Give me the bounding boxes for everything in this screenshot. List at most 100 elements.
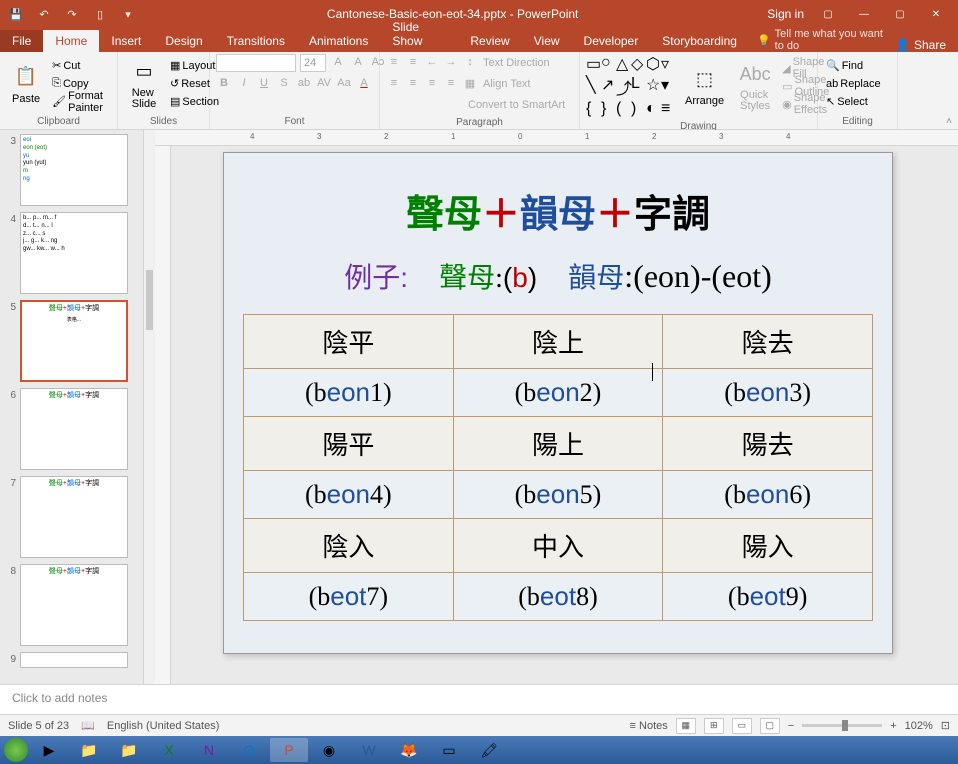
table-cell[interactable]: (beon5)	[453, 471, 663, 519]
table-cell[interactable]: 陰入	[244, 519, 454, 573]
slide-thumbnail[interactable]: 聲母+韻母+字調	[20, 388, 128, 470]
taskbar-firefox-icon[interactable]: 🦊	[390, 738, 428, 762]
shapes-gallery[interactable]: ▭○△◇⬡▿ ╲↗⤴L☆▾ {}()◐≡	[586, 54, 675, 118]
spacing-icon[interactable]: AV	[316, 75, 332, 91]
share-button[interactable]: 👤 Share	[895, 38, 958, 52]
tab-slideshow[interactable]: Slide Show	[380, 16, 458, 52]
zoom-slider[interactable]	[802, 724, 882, 727]
taskbar-powerpoint-icon[interactable]: P	[270, 738, 308, 762]
taskbar-app-icon[interactable]: 🖍	[470, 738, 508, 762]
font-color-icon[interactable]: A	[356, 75, 372, 91]
table-cell[interactable]: 陰上	[453, 315, 663, 369]
table-cell[interactable]: 陽入	[663, 519, 873, 573]
increase-font-icon[interactable]: A	[330, 54, 346, 70]
close-icon[interactable]: ✕	[924, 2, 948, 26]
decrease-font-icon[interactable]: A	[350, 54, 366, 70]
table-cell[interactable]: 陽上	[453, 417, 663, 471]
taskbar-explorer-icon[interactable]: 📁	[70, 738, 108, 762]
vertical-ruler[interactable]	[155, 146, 171, 684]
line-spacing-icon[interactable]: ↕	[462, 54, 478, 70]
align-center-icon[interactable]: ≡	[405, 75, 421, 91]
tab-storyboarding[interactable]: Storyboarding	[650, 30, 749, 52]
table-cell[interactable]: (beot8)	[453, 573, 663, 621]
qat-more-icon[interactable]: ▾	[118, 4, 138, 24]
font-size-combo[interactable]	[300, 54, 326, 72]
tab-insert[interactable]: Insert	[99, 30, 153, 52]
slide-thumbnail-selected[interactable]: 聲母+韻母+字調 表格...	[20, 300, 128, 382]
align-text-button[interactable]: Align Text	[481, 75, 533, 93]
taskbar-excel-icon[interactable]: X	[150, 738, 188, 762]
shadow-icon[interactable]: ab	[296, 75, 312, 91]
columns-icon[interactable]: ▦	[462, 75, 478, 91]
smartart-button[interactable]: Convert to SmartArt	[466, 96, 567, 114]
indent-dec-icon[interactable]: ←	[424, 54, 440, 70]
slide-counter[interactable]: Slide 5 of 23	[8, 720, 69, 732]
table-cell[interactable]: 陰去	[663, 315, 873, 369]
zoom-in-icon[interactable]: +	[890, 720, 896, 732]
table-cell[interactable]: (beon6)	[663, 471, 873, 519]
table-cell[interactable]: (beon1)	[244, 369, 454, 417]
format-painter-button[interactable]: 🖌Format Painter	[50, 93, 111, 111]
table-cell[interactable]: (beon4)	[244, 471, 454, 519]
tab-review[interactable]: Review	[458, 30, 521, 52]
table-cell[interactable]: 陽去	[663, 417, 873, 471]
case-icon[interactable]: Aa	[336, 75, 352, 91]
spell-check-icon[interactable]: 📖	[81, 719, 95, 732]
redo-icon[interactable]: ↷	[62, 4, 82, 24]
taskbar-app-icon[interactable]: ▭	[430, 738, 468, 762]
align-right-icon[interactable]: ≡	[424, 75, 440, 91]
notes-pane[interactable]: Click to add notes	[0, 684, 958, 714]
zoom-out-icon[interactable]: −	[788, 720, 794, 732]
new-slide-button[interactable]: ▭ New Slide	[124, 56, 164, 112]
underline-icon[interactable]: U	[256, 75, 272, 91]
table-cell[interactable]: (beot7)	[244, 573, 454, 621]
taskbar-app-icon[interactable]: ◉	[310, 738, 348, 762]
table-cell[interactable]: (beot9)	[663, 573, 873, 621]
language-status[interactable]: English (United States)	[107, 720, 220, 732]
slide-canvas[interactable]: 聲母＋韻母＋字調 例子: 聲母:(b) 韻母:(eon)-(eot) 陰平 陰上…	[223, 152, 893, 654]
tab-view[interactable]: View	[522, 30, 572, 52]
bullets-icon[interactable]: ≡	[386, 54, 402, 70]
start-from-beginning-icon[interactable]: ▯	[90, 4, 110, 24]
table-cell[interactable]: 陰平	[244, 315, 454, 369]
signin-link[interactable]: Sign in	[767, 7, 804, 21]
notes-toggle[interactable]: ≡ Notes	[630, 720, 668, 732]
tone-table[interactable]: 陰平 陰上 陰去 (beon1) (beon2) (beon3) 陽平 陽上 陽…	[243, 314, 873, 621]
horizontal-ruler[interactable]: 4 3 2 1 0 1 2 3 4	[155, 130, 958, 146]
tab-file[interactable]: File	[0, 30, 43, 52]
font-family-combo[interactable]	[216, 54, 296, 72]
table-cell[interactable]: 陽平	[244, 417, 454, 471]
slide-thumbnail[interactable]: 聲母+韻母+字調	[20, 564, 128, 646]
find-button[interactable]: 🔍Find	[824, 57, 883, 75]
taskbar-outlook-icon[interactable]: O	[230, 738, 268, 762]
table-cell[interactable]: (beon3)	[663, 369, 873, 417]
replace-button[interactable]: abReplace	[824, 75, 883, 93]
text-direction-button[interactable]: Text Direction	[481, 54, 552, 72]
taskbar-folder-icon[interactable]: 📁	[110, 738, 148, 762]
align-left-icon[interactable]: ≡	[386, 75, 402, 91]
taskbar-onenote-icon[interactable]: N	[190, 738, 228, 762]
paste-button[interactable]: 📋 Paste	[6, 61, 46, 107]
tab-animations[interactable]: Animations	[297, 30, 380, 52]
select-button[interactable]: ↖Select	[824, 93, 883, 111]
cut-button[interactable]: ✂Cut	[50, 57, 111, 75]
tab-transitions[interactable]: Transitions	[215, 30, 297, 52]
tab-developer[interactable]: Developer	[572, 30, 651, 52]
quick-styles-button[interactable]: Abc Quick Styles	[734, 58, 776, 114]
taskbar-word-icon[interactable]: W	[350, 738, 388, 762]
undo-icon[interactable]: ↶	[34, 4, 54, 24]
strike-icon[interactable]: S	[276, 75, 292, 91]
thumbnail-scrollbar[interactable]	[143, 130, 155, 684]
bold-icon[interactable]: B	[216, 75, 232, 91]
numbering-icon[interactable]: ≡	[405, 54, 421, 70]
italic-icon[interactable]: I	[236, 75, 252, 91]
taskbar-media-icon[interactable]: ▶	[30, 738, 68, 762]
table-cell[interactable]: 中入	[453, 519, 663, 573]
tab-design[interactable]: Design	[153, 30, 214, 52]
slide-thumbnail[interactable]: b... p... m... f d... t... n... l z... c…	[20, 212, 128, 294]
maximize-icon[interactable]: ▢	[888, 2, 912, 26]
collapse-ribbon-icon[interactable]: ˄	[946, 116, 952, 127]
arrange-button[interactable]: ⬚ Arrange	[679, 63, 730, 109]
tell-me-search[interactable]: 💡 Tell me what you want to do	[757, 28, 895, 52]
ribbon-display-icon[interactable]: ▢	[816, 2, 840, 26]
